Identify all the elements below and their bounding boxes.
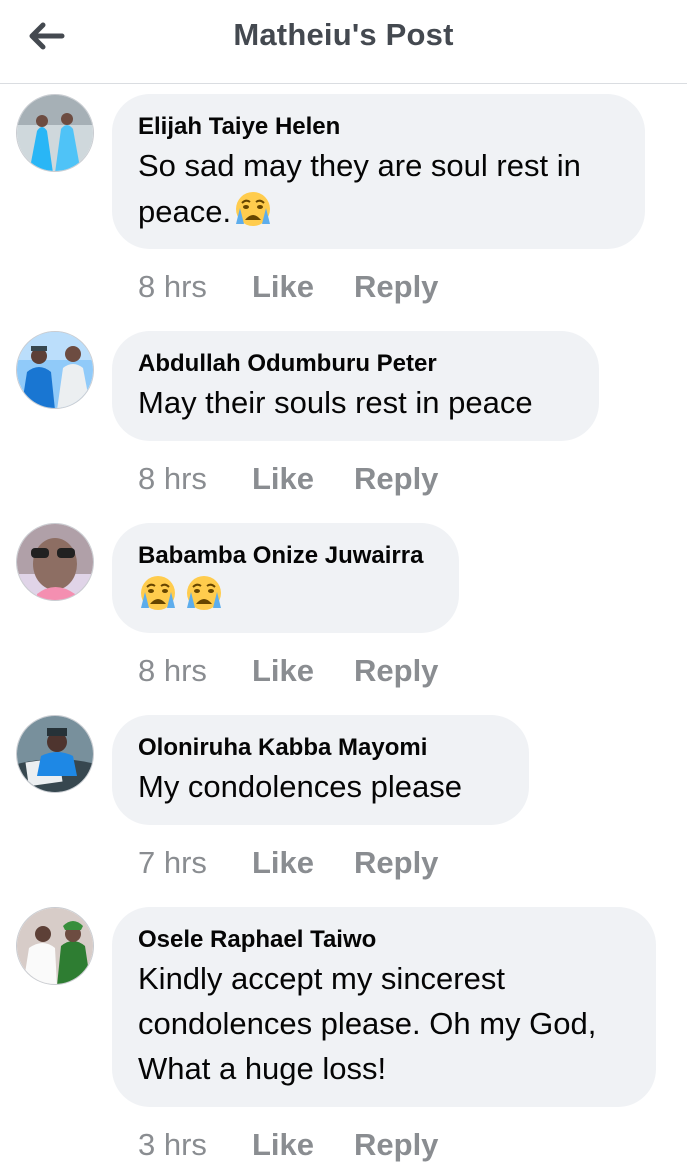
like-button[interactable]: Like [252, 461, 354, 497]
avatar[interactable] [16, 94, 94, 172]
comment-bubble: Babamba Onize Juwairra [112, 523, 459, 633]
like-button[interactable]: Like [252, 1127, 354, 1163]
comment-author[interactable]: Osele Raphael Taiwo [138, 925, 630, 955]
comment-text: My condolences please [138, 769, 462, 804]
comment-time[interactable]: 8 hrs [138, 461, 252, 497]
like-button[interactable]: Like [252, 653, 354, 689]
post-header: Matheiu's Post [0, 0, 687, 84]
comment-text: So sad may they are soul rest in peace. [138, 143, 619, 234]
avatar[interactable] [16, 715, 94, 793]
crying-face-icon [233, 188, 273, 228]
comment-text: Kindly accept my sincerest condolences p… [138, 961, 597, 1086]
comment-author[interactable]: Oloniruha Kabba Mayomi [138, 733, 503, 763]
comment-author[interactable]: Elijah Taiye Helen [138, 112, 619, 142]
like-button[interactable]: Like [252, 269, 354, 305]
comment-actions: 8 hrs Like Reply [138, 459, 438, 499]
comment-bubble: Oloniruha Kabba Mayomi My condolences pl… [112, 715, 529, 825]
crying-face-icon [138, 572, 178, 612]
avatar[interactable] [16, 907, 94, 985]
page-title: Matheiu's Post [233, 17, 454, 52]
comment-author[interactable]: Babamba Onize Juwairra [138, 541, 433, 571]
comment-bubble: Osele Raphael Taiwo Kindly accept my sin… [112, 907, 656, 1107]
reply-button[interactable]: Reply [354, 269, 438, 305]
crying-face-icon [184, 572, 224, 612]
comment-actions: 8 hrs Like Reply [138, 651, 438, 691]
comment-actions: 7 hrs Like Reply [138, 843, 438, 883]
reply-button[interactable]: Reply [354, 845, 438, 881]
reply-button[interactable]: Reply [354, 653, 438, 689]
comment-time[interactable]: 8 hrs [138, 653, 252, 689]
comment-time[interactable]: 8 hrs [138, 269, 252, 305]
reply-button[interactable]: Reply [354, 1127, 438, 1163]
comment-time[interactable]: 7 hrs [138, 845, 252, 881]
avatar[interactable] [16, 523, 94, 601]
comment-author[interactable]: Abdullah Odumburu Peter [138, 349, 573, 379]
comment-text [138, 572, 433, 617]
avatar[interactable] [16, 331, 94, 409]
comment-text-content: So sad may they are soul rest in peace. [138, 148, 581, 229]
comment-actions: 3 hrs Like Reply [138, 1125, 438, 1165]
comment-bubble: Abdullah Odumburu Peter May their souls … [112, 331, 599, 441]
reply-button[interactable]: Reply [354, 461, 438, 497]
comment-actions: 8 hrs Like Reply [138, 267, 438, 307]
comment-bubble: Elijah Taiye Helen So sad may they are s… [112, 94, 645, 249]
comment-text: May their souls rest in peace [138, 385, 533, 420]
comment-time[interactable]: 3 hrs [138, 1127, 252, 1163]
like-button[interactable]: Like [252, 845, 354, 881]
